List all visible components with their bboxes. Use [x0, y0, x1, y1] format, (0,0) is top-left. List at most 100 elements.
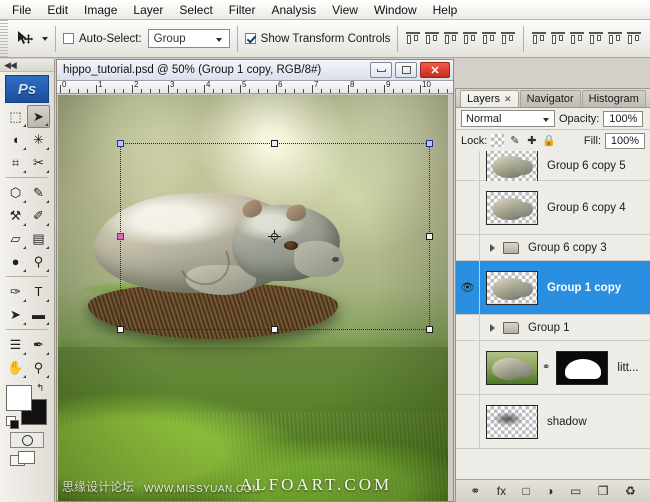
foreground-color-swatch[interactable] [6, 385, 32, 411]
move-tool-icon[interactable]: ➤ [27, 105, 50, 128]
slice-tool-icon[interactable]: ✂ [27, 151, 50, 174]
eraser-tool-icon[interactable]: ▱ [4, 227, 27, 250]
lock-transparent-pixels-icon[interactable] [491, 134, 504, 147]
minimize-button[interactable] [370, 62, 392, 78]
align-left-edges-icon[interactable] [462, 31, 478, 46]
dodge-tool-icon[interactable]: ⚲ [27, 250, 50, 273]
notes-tool-icon[interactable]: ☰ [4, 333, 27, 356]
history-brush-tool-icon[interactable]: ✐ [27, 204, 50, 227]
pen-tool-icon[interactable]: ✑ [4, 280, 27, 303]
eyedropper-tool-icon[interactable]: ✒ [27, 333, 50, 356]
distribute-vertical-centers-icon[interactable] [550, 31, 566, 46]
layer-row[interactable]: shadow [456, 395, 650, 449]
menu-item-file[interactable]: File [4, 1, 39, 19]
close-button[interactable]: ✕ [420, 62, 450, 78]
align-top-edges-icon[interactable] [405, 31, 421, 46]
transform-handle-bottom-center[interactable] [271, 326, 278, 333]
layer-visibility-toggle[interactable] [456, 395, 480, 448]
clone-stamp-tool-icon[interactable]: ⚒ [4, 204, 27, 227]
align-right-edges-icon[interactable] [500, 31, 516, 46]
blur-tool-icon[interactable]: ● [4, 250, 27, 273]
align-bottom-edges-icon[interactable] [443, 31, 459, 46]
transform-handle-middle-right[interactable] [426, 233, 433, 240]
menu-item-image[interactable]: Image [76, 1, 125, 19]
transform-bounding-box[interactable] [120, 143, 430, 330]
auto-select-target-dropdown[interactable]: Group [148, 29, 230, 48]
center-reference-point[interactable] [268, 230, 281, 243]
patch-tool-icon[interactable]: ⬡ [4, 181, 27, 204]
magic-wand-tool-icon[interactable]: ✳ [27, 128, 50, 151]
menu-item-layer[interactable]: Layer [125, 1, 171, 19]
layer-thumbnail[interactable] [486, 151, 538, 183]
auto-select-checkbox[interactable] [63, 33, 74, 44]
transform-handle-middle-left[interactable] [117, 233, 124, 240]
layer-visibility-toggle[interactable] [456, 315, 480, 340]
transform-handle-top-center[interactable] [271, 140, 278, 147]
menu-item-window[interactable]: Window [366, 1, 425, 19]
distribute-bottom-edges-icon[interactable] [569, 31, 585, 46]
layer-styles-button[interactable]: fx [497, 484, 506, 498]
blend-mode-dropdown[interactable]: Normal [461, 110, 555, 127]
transform-handle-top-left[interactable] [117, 140, 124, 147]
expand-group-chevron-right-icon[interactable] [490, 244, 495, 252]
layer-visibility-toggle[interactable] [456, 151, 480, 180]
layer-thumbnail[interactable] [486, 271, 538, 305]
tab-navigator[interactable]: Navigator [520, 90, 581, 107]
new-layer-button[interactable]: ❐ [598, 484, 609, 498]
layer-thumbnail[interactable] [486, 351, 538, 385]
transform-handle-bottom-left[interactable] [117, 326, 124, 333]
add-layer-mask-button[interactable]: □ [523, 484, 530, 498]
hand-tool-icon[interactable]: ✋ [4, 356, 27, 379]
gradient-tool-icon[interactable]: ▤ [27, 227, 50, 250]
path-selection-tool-icon[interactable]: ➤ [4, 303, 27, 326]
new-adjustment-layer-button[interactable]: ◑ [546, 484, 553, 498]
rectangular-marquee-tool-icon[interactable]: ⬚ [4, 105, 27, 128]
rectangle-shape-tool-icon[interactable]: ▬ [27, 303, 50, 326]
type-tool-icon[interactable]: T [27, 280, 50, 303]
close-tab-icon[interactable]: ✕ [504, 94, 512, 105]
new-group-button[interactable]: ▭ [570, 484, 581, 498]
align-vertical-centers-icon[interactable] [424, 31, 440, 46]
lasso-tool-icon[interactable]: ◖ [4, 128, 27, 151]
lock-all-icon[interactable]: 🔒 [542, 134, 555, 147]
quick-mask-mode-icon[interactable] [10, 432, 44, 448]
layer-row[interactable]: Group 6 copy 5 [456, 151, 650, 181]
fill-input[interactable]: 100% [605, 133, 645, 149]
tab-histogram[interactable]: Histogram [582, 90, 646, 107]
transform-handle-bottom-right[interactable] [426, 326, 433, 333]
layer-list[interactable]: Group 6 copy 5Group 6 copy 4Group 6 copy… [456, 151, 650, 478]
distribute-top-edges-icon[interactable] [531, 31, 547, 46]
layer-visibility-toggle[interactable] [456, 181, 480, 234]
options-bar-gripper[interactable] [0, 20, 8, 58]
layer-row[interactable]: Group 6 copy 3 [456, 235, 650, 261]
layer-mask-thumbnail[interactable] [556, 351, 608, 385]
default-colors-icon[interactable] [6, 416, 16, 426]
crop-tool-icon[interactable]: ⌗ [4, 151, 27, 174]
layer-thumbnail[interactable] [486, 191, 538, 225]
zoom-tool-icon[interactable]: ⚲ [27, 356, 50, 379]
distribute-right-edges-icon[interactable] [626, 31, 642, 46]
menu-item-filter[interactable]: Filter [221, 1, 264, 19]
delete-layer-button[interactable]: ♻ [625, 484, 636, 498]
document-canvas[interactable]: 思缘设计论坛 WWW.MISSYUAN.COM ALFOART.COM [58, 95, 448, 501]
menu-item-select[interactable]: Select [171, 1, 220, 19]
menu-item-view[interactable]: View [324, 1, 366, 19]
document-title-bar[interactable]: hippo_tutorial.psd @ 50% (Group 1 copy, … [57, 60, 453, 81]
active-tool-preview-move-tool-icon[interactable] [12, 27, 38, 51]
show-transform-controls-checkbox[interactable] [245, 33, 256, 44]
mask-link-icon[interactable]: ⚭ [542, 362, 550, 373]
tools-panel-collapse-bar[interactable]: ◀◀ [0, 59, 54, 72]
link-layers-button[interactable]: ⚭ [470, 484, 480, 498]
screen-mode-icon[interactable] [10, 451, 44, 471]
menu-item-help[interactable]: Help [425, 1, 466, 19]
layer-row[interactable]: 👁Group 1 copy [456, 261, 650, 315]
distribute-left-edges-icon[interactable] [588, 31, 604, 46]
restore-button[interactable] [395, 62, 417, 78]
swap-colors-icon[interactable]: ↰ [36, 383, 44, 394]
layer-thumbnail[interactable] [486, 405, 538, 439]
lock-image-pixels-icon[interactable]: ✎ [508, 134, 521, 147]
brush-tool-icon[interactable]: ✎ [27, 181, 50, 204]
layer-row[interactable]: ⚭litt... [456, 341, 650, 395]
tool-preset-chevron-down-icon[interactable] [42, 37, 48, 41]
lock-position-icon[interactable]: ✚ [525, 134, 538, 147]
